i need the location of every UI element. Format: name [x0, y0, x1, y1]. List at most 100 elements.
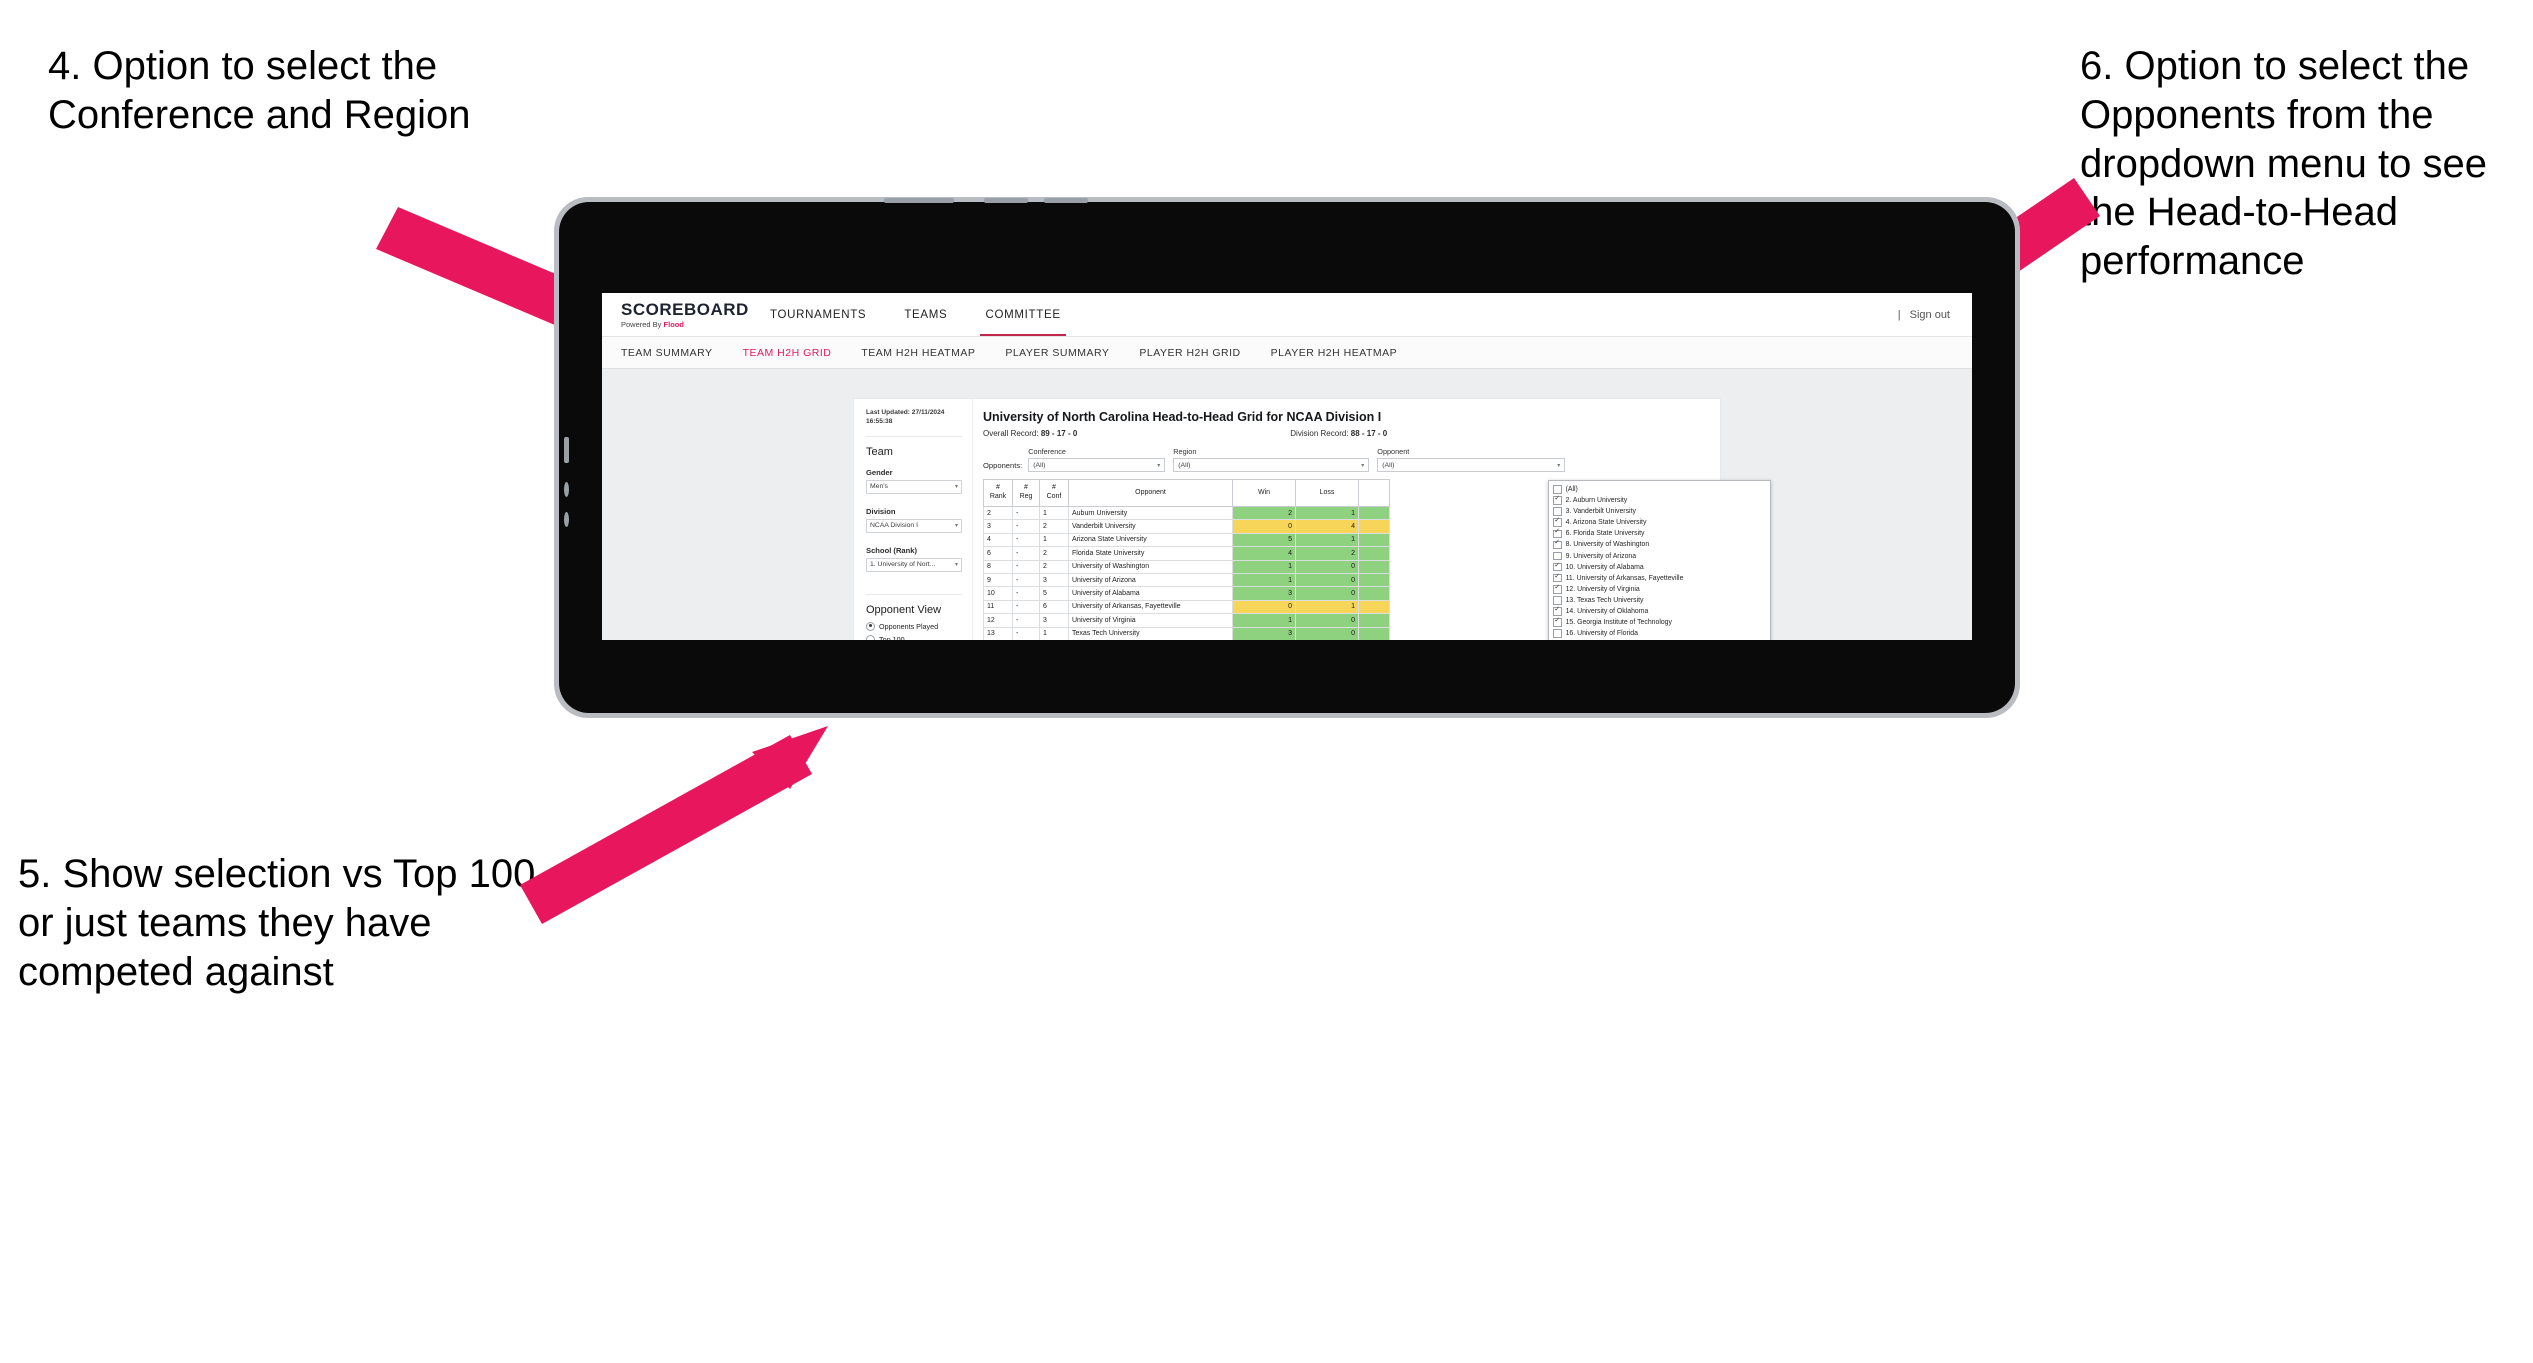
nav-tournaments[interactable]: TOURNAMENTS [751, 293, 885, 336]
annotation-4-conference-region: 4. Option to select the Conference and R… [48, 44, 471, 137]
dropdown-item[interactable]: 10. University of Alabama [1549, 562, 1770, 573]
cell-reg: - [1012, 572, 1040, 588]
subnav-player-h2h-heatmap[interactable]: PLAYER H2H HEATMAP [1271, 347, 1413, 359]
chevron-down-icon: ▾ [954, 523, 958, 530]
checkbox-icon[interactable] [1553, 617, 1562, 627]
checkbox-icon[interactable] [1553, 584, 1562, 594]
table-row[interactable]: 3-2 Vanderbilt University 0 4 [983, 519, 1390, 534]
table-row[interactable]: 2-1 Auburn University 2 1 [983, 505, 1390, 521]
nav-committee[interactable]: COMMITTEE [966, 293, 1079, 336]
checkbox-icon[interactable] [1553, 562, 1562, 572]
dropdown-item[interactable]: 15. Georgia Institute of Technology [1549, 617, 1770, 628]
subnav-team-h2h-heatmap[interactable]: TEAM H2H HEATMAP [861, 347, 991, 359]
radio-button-icon [866, 634, 875, 640]
cell-rank: 3 [983, 519, 1013, 534]
dropdown-item[interactable]: 12. University of Virginia [1549, 584, 1770, 595]
col-loss: Loss [1295, 479, 1359, 507]
checkbox-icon[interactable] [1553, 507, 1562, 516]
school-rank-select[interactable]: 1. University of Nort... ▾ [866, 557, 962, 572]
checkbox-icon[interactable] [1553, 539, 1562, 550]
brand-name: Flood [663, 319, 684, 329]
col-extra [1358, 479, 1390, 507]
cell-win: 1 [1232, 572, 1296, 588]
dropdown-item[interactable]: 4. Arizona State University [1549, 517, 1770, 528]
table-row[interactable]: 11-6 University of Arkansas, Fayetteville… [983, 599, 1390, 615]
dropdown-item[interactable]: (All) [1549, 484, 1770, 495]
gender-label: Gender [866, 467, 893, 477]
checkbox-icon[interactable] [1553, 606, 1562, 616]
dropdown-item-label: 8. University of Washington [1565, 541, 1650, 549]
division-select[interactable]: NCAA Division I ▾ [866, 518, 962, 533]
table-row[interactable]: 10-5 University of Alabama 3 0 [983, 586, 1390, 601]
subnav-player-summary[interactable]: PLAYER SUMMARY [1005, 347, 1125, 359]
dropdown-item[interactable]: 6. Florida State University [1549, 528, 1770, 539]
cell-rank: 2 [983, 505, 1013, 521]
nav-divider: | [1897, 308, 1901, 321]
checkbox-icon[interactable] [1553, 495, 1562, 505]
dropdown-item-label: 6. Florida State University [1565, 530, 1645, 538]
opponents-filter-label: Opponents: [983, 461, 1023, 470]
col-reg: # Reg [1012, 479, 1040, 507]
powered-by-text: Powered By [621, 319, 664, 329]
table-row[interactable]: 8-2 University of Washington 1 0 [983, 559, 1390, 574]
dropdown-item[interactable]: 18. University of Illinois [1549, 639, 1770, 640]
dropdown-item-label: 15. Georgia Institute of Technology [1565, 618, 1672, 626]
cell-win: 0 [1232, 519, 1296, 534]
cell-opponent: Vanderbilt University [1068, 519, 1233, 534]
conference-select[interactable]: (All) ▾ [1028, 458, 1166, 472]
dropdown-item[interactable]: 9. University of Arizona [1549, 550, 1770, 561]
cell-opponent: University of Washington [1068, 559, 1233, 574]
overall-record: Overall Record: 89 - 17 - 0 [983, 429, 1077, 438]
radio-opponents-played[interactable]: Opponents Played [866, 621, 962, 631]
region-select[interactable]: (All) ▾ [1173, 458, 1370, 472]
dropdown-item[interactable]: 13. Texas Tech University [1549, 595, 1770, 606]
dropdown-item[interactable]: 11. University of Arkansas, Fayetteville [1549, 573, 1770, 584]
cell-loss: 0 [1295, 559, 1359, 574]
dropdown-item[interactable]: 3. Vanderbilt University [1549, 506, 1770, 517]
cell-extra [1358, 532, 1390, 548]
division-record: Division Record: 88 - 17 - 0 [1290, 429, 1387, 438]
checkbox-icon[interactable] [1553, 629, 1562, 638]
cell-loss: 0 [1295, 572, 1359, 588]
checkbox-icon[interactable] [1553, 485, 1562, 494]
checkbox-icon[interactable] [1553, 551, 1562, 561]
table-row[interactable]: 6-2 Florida State University 4 2 [983, 546, 1390, 561]
table-row[interactable]: 4-1 Arizona State University 5 1 [983, 532, 1390, 548]
table-row[interactable]: 9-3 University of Arizona 1 0 [983, 572, 1390, 588]
region-value: (All) [1178, 461, 1191, 469]
cell-win: 5 [1232, 532, 1296, 548]
cell-reg: - [1012, 586, 1040, 601]
subnav-player-h2h-grid[interactable]: PLAYER H2H GRID [1139, 347, 1256, 359]
table-row[interactable]: 12-3 University of Virginia 1 0 [983, 613, 1390, 628]
dropdown-item[interactable]: 8. University of Washington [1549, 539, 1770, 550]
cell-win: 3 [1232, 626, 1296, 640]
record-summary: Overall Record: 89 - 17 - 0 Division Rec… [983, 429, 1720, 438]
subnav-team-summary[interactable]: TEAM SUMMARY [621, 347, 729, 359]
brand-logo[interactable]: SCOREBOARD Powered By Flood [602, 301, 751, 329]
opponent-dropdown-panel[interactable]: (All) 2. Auburn University 3. Vanderbilt U… [1548, 480, 1771, 640]
dropdown-item[interactable]: 14. University of Oklahoma [1549, 606, 1770, 617]
dropdown-item-label: 3. Vanderbilt University [1565, 508, 1636, 516]
nav-teams[interactable]: TEAMS [885, 293, 966, 336]
subnav-team-h2h-grid[interactable]: TEAM H2H GRID [743, 347, 848, 359]
cell-conf: 1 [1039, 505, 1069, 521]
cell-loss: 1 [1295, 505, 1359, 521]
opponent-select[interactable]: (All) ▾ [1377, 458, 1566, 472]
last-updated-label: Last Updated: 27/11/2024 16:55:38 [866, 409, 962, 427]
school-rank-label: School (Rank) [866, 545, 918, 555]
cell-win: 2 [1232, 505, 1296, 521]
cell-loss: 1 [1295, 532, 1359, 548]
logo-text: SCOREBOARD [621, 299, 749, 319]
gender-select[interactable]: Men's ▾ [866, 479, 962, 494]
table-row[interactable]: 13-1 Texas Tech University 3 0 [983, 626, 1390, 640]
dropdown-item[interactable]: 2. Auburn University [1549, 495, 1770, 506]
checkbox-icon[interactable] [1553, 573, 1562, 583]
sign-out-link[interactable]: Sign out [1910, 309, 1950, 321]
checkbox-icon[interactable] [1553, 528, 1562, 539]
radio-top-100[interactable]: Top 100 [866, 634, 962, 640]
checkbox-icon[interactable] [1553, 596, 1562, 605]
checkbox-icon[interactable] [1553, 517, 1562, 528]
dropdown-item[interactable]: 16. University of Florida [1549, 628, 1770, 639]
cell-win: 3 [1232, 586, 1296, 601]
header-right: | Sign out [1898, 309, 1972, 321]
